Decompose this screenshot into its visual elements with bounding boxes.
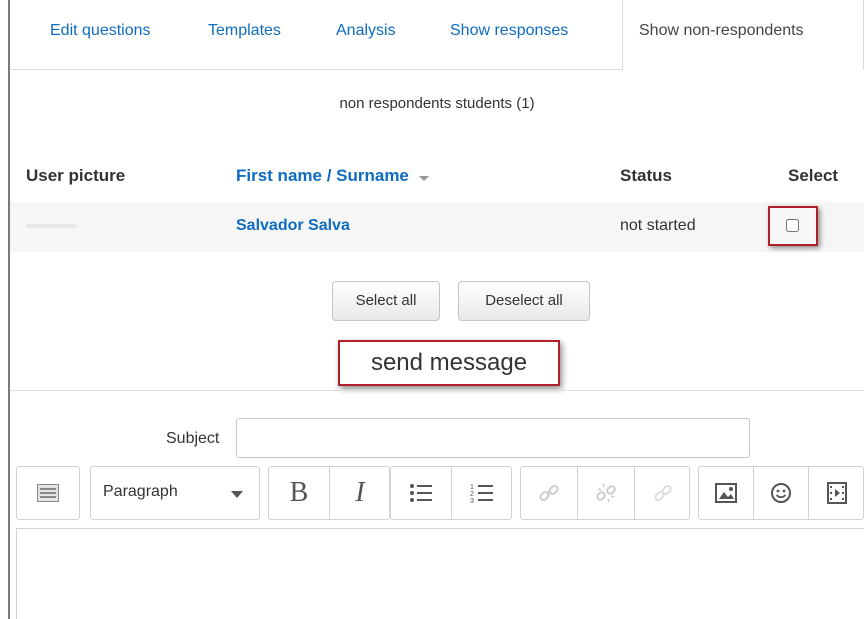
column-header-name[interactable]: First name / Surname [236,166,429,186]
chevron-down-icon [231,491,243,498]
column-header-status: Status [620,166,672,185]
svg-text:3: 3 [470,498,474,504]
bullet-list-button[interactable] [391,467,451,519]
unlink-button[interactable] [578,467,634,519]
bullet-list-icon [410,484,432,502]
tab-edit-questions[interactable]: Edit questions [50,22,151,40]
column-header-user-picture: User picture [26,166,126,185]
select-checkbox[interactable] [786,219,799,232]
link-button[interactable] [521,467,577,519]
numbered-list-icon: 1 2 3 [470,484,493,504]
column-header-name-label: First name / Surname [236,166,409,185]
tab-show-responses[interactable]: Show responses [450,22,568,40]
link-icon [539,484,559,502]
table-row: Salvador Salva not started [10,202,864,252]
tab-templates[interactable]: Templates [208,22,281,40]
message-editor[interactable] [16,528,864,619]
avatar [26,224,76,228]
list-group: 1 2 3 [390,466,512,520]
image-icon [715,483,737,503]
numbered-list-button[interactable]: 1 2 3 [452,467,512,519]
page-heading: non respondents students (1) [339,95,535,112]
media-group [698,466,864,520]
emoticon-button[interactable] [754,467,808,519]
send-message-heading: send message [338,340,560,386]
svg-text:2: 2 [470,491,474,498]
toolbar-toggle-button[interactable] [17,467,79,519]
tab-divider [10,69,622,70]
media-button[interactable] [809,467,864,519]
sort-down-icon [418,176,429,182]
emoticon-icon [771,483,791,503]
anchor-icon [653,484,672,502]
tab-bar: Edit questions Templates Analysis Show r… [10,0,864,70]
select-highlight [768,206,818,246]
subject-label: Subject [166,430,220,447]
media-icon [826,482,847,504]
image-button[interactable] [699,467,753,519]
unlink-icon [596,483,616,503]
text-style-group: B I [268,466,390,520]
subject-input[interactable] [236,418,750,458]
bold-icon: B [289,477,309,508]
italic-icon: I [355,477,365,508]
anchor-button[interactable] [635,467,690,519]
format-dropdown-value: Paragraph [103,483,178,500]
toolbar-toggle-group [16,466,80,520]
link-group [520,466,690,520]
user-name-link[interactable]: Salvador Salva [236,217,350,235]
select-all-button[interactable]: Select all [332,281,440,321]
status-text: not started [620,217,696,234]
italic-button[interactable]: I [330,467,390,519]
column-header-select: Select [788,166,839,185]
tab-show-non-respondents-label: Show non-respondents [639,22,804,39]
toolbar-toggle-icon [37,484,59,502]
bold-button[interactable]: B [269,467,329,519]
tab-analysis[interactable]: Analysis [336,22,396,40]
tab-show-non-respondents[interactable]: Show non-respondents [622,0,864,70]
deselect-all-button[interactable]: Deselect all [458,281,590,321]
editor-toolbar: Paragraph B I 1 2 3 [16,466,864,526]
left-border [8,0,10,619]
format-dropdown[interactable]: Paragraph [90,466,260,520]
divider [10,390,864,391]
svg-text:1: 1 [470,484,474,491]
